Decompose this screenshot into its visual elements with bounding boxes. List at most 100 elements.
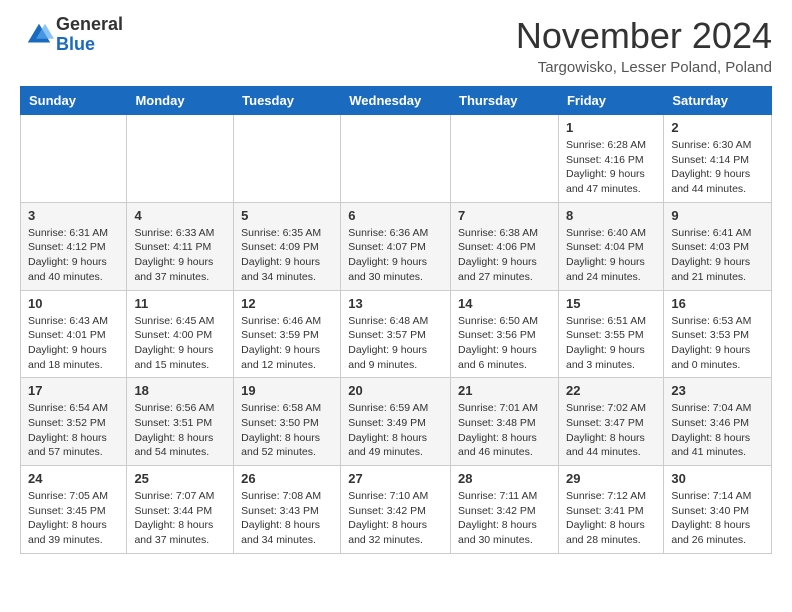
day-info: Sunrise: 6:33 AM Sunset: 4:11 PM Dayligh… — [134, 226, 226, 285]
day-info: Sunrise: 7:07 AM Sunset: 3:44 PM Dayligh… — [134, 489, 226, 548]
calendar-cell: 13Sunrise: 6:48 AM Sunset: 3:57 PM Dayli… — [341, 290, 451, 378]
calendar-cell — [21, 115, 127, 203]
day-info: Sunrise: 6:54 AM Sunset: 3:52 PM Dayligh… — [28, 401, 119, 460]
header-friday: Friday — [558, 87, 663, 115]
day-number: 23 — [671, 383, 764, 398]
day-info: Sunrise: 6:51 AM Sunset: 3:55 PM Dayligh… — [566, 314, 656, 373]
day-number: 15 — [566, 296, 656, 311]
calendar-cell: 15 Sunrise: 6:51 AM Sunset: 3:55 PM Dayli… — [558, 290, 663, 378]
calendar-cell: 19Sunrise: 6:58 AM Sunset: 3:50 PM Dayli… — [234, 378, 341, 466]
day-info: Sunrise: 6:56 AM Sunset: 3:51 PM Dayligh… — [134, 401, 226, 460]
day-number: 2 — [671, 120, 764, 135]
day-info: Sunrise: 7:12 AM Sunset: 3:41 PM Dayligh… — [566, 489, 656, 548]
day-info: Sunrise: 6:45 AM Sunset: 4:00 PM Dayligh… — [134, 314, 226, 373]
calendar-cell: 8Sunrise: 6:40 AM Sunset: 4:04 PM Daylig… — [558, 202, 663, 290]
header-monday: Monday — [127, 87, 234, 115]
day-number: 30 — [671, 471, 764, 486]
day-info: Sunrise: 6:28 AM Sunset: 4:16 PM Dayligh… — [566, 138, 656, 197]
day-number: 9 — [671, 208, 764, 223]
day-number: 13 — [348, 296, 443, 311]
calendar-cell: 29 Sunrise: 7:12 AM Sunset: 3:41 PM Dayli… — [558, 466, 663, 554]
day-info: Sunrise: 7:08 AM Sunset: 3:43 PM Dayligh… — [241, 489, 333, 548]
calendar-row-2: 10 Sunrise: 6:43 AM Sunset: 4:01 PM Dayli… — [21, 290, 772, 378]
calendar-row-1: 3 Sunrise: 6:31 AM Sunset: 4:12 PM Daylig… — [21, 202, 772, 290]
day-number: 7 — [458, 208, 551, 223]
calendar-cell: 20Sunrise: 6:59 AM Sunset: 3:49 PM Dayli… — [341, 378, 451, 466]
calendar-cell: 30 Sunrise: 7:14 AM Sunset: 3:40 PM Dayli… — [664, 466, 772, 554]
day-number: 29 — [566, 471, 656, 486]
header-wednesday: Wednesday — [341, 87, 451, 115]
calendar-cell — [341, 115, 451, 203]
day-info: Sunrise: 6:46 AM Sunset: 3:59 PM Dayligh… — [241, 314, 333, 373]
header-saturday: Saturday — [664, 87, 772, 115]
day-info: Sunrise: 6:58 AM Sunset: 3:50 PM Dayligh… — [241, 401, 333, 460]
header-row: Sunday Monday Tuesday Wednesday Thursday… — [21, 87, 772, 115]
calendar-cell: 10 Sunrise: 6:43 AM Sunset: 4:01 PM Dayli… — [21, 290, 127, 378]
header-sunday: Sunday — [21, 87, 127, 115]
day-number: 27 — [348, 471, 443, 486]
calendar-cell: 3 Sunrise: 6:31 AM Sunset: 4:12 PM Daylig… — [21, 202, 127, 290]
day-number: 3 — [28, 208, 119, 223]
day-number: 5 — [241, 208, 333, 223]
day-number: 12 — [241, 296, 333, 311]
calendar-cell: 26Sunrise: 7:08 AM Sunset: 3:43 PM Dayli… — [234, 466, 341, 554]
calendar-cell: 28Sunrise: 7:11 AM Sunset: 3:42 PM Dayli… — [451, 466, 559, 554]
day-number: 1 — [566, 120, 656, 135]
day-number: 11 — [134, 296, 226, 311]
day-info: Sunrise: 7:02 AM Sunset: 3:47 PM Dayligh… — [566, 401, 656, 460]
header-tuesday: Tuesday — [234, 87, 341, 115]
day-info: Sunrise: 7:11 AM Sunset: 3:42 PM Dayligh… — [458, 489, 551, 548]
location-text: Targowisko, Lesser Poland, Poland — [516, 59, 772, 76]
calendar-cell: 11 Sunrise: 6:45 AM Sunset: 4:00 PM Dayli… — [127, 290, 234, 378]
calendar-cell: 21 Sunrise: 7:01 AM Sunset: 3:48 PM Dayli… — [451, 378, 559, 466]
logo-blue-text: Blue — [56, 35, 123, 55]
day-number: 21 — [458, 383, 551, 398]
day-info: Sunrise: 6:30 AM Sunset: 4:14 PM Dayligh… — [671, 138, 764, 197]
page-container: General Blue November 2024 Targowisko, L… — [0, 0, 792, 569]
calendar-cell: 7 Sunrise: 6:38 AM Sunset: 4:06 PM Daylig… — [451, 202, 559, 290]
day-number: 24 — [28, 471, 119, 486]
calendar-row-3: 17 Sunrise: 6:54 AM Sunset: 3:52 PM Dayli… — [21, 378, 772, 466]
calendar-cell — [451, 115, 559, 203]
day-number: 14 — [458, 296, 551, 311]
calendar-cell: 4Sunrise: 6:33 AM Sunset: 4:11 PM Daylig… — [127, 202, 234, 290]
day-number: 16 — [671, 296, 764, 311]
day-number: 17 — [28, 383, 119, 398]
day-info: Sunrise: 6:31 AM Sunset: 4:12 PM Dayligh… — [28, 226, 119, 285]
calendar-cell: 27 Sunrise: 7:10 AM Sunset: 3:42 PM Dayli… — [341, 466, 451, 554]
calendar-table: Sunday Monday Tuesday Wednesday Thursday… — [20, 86, 772, 554]
month-title: November 2024 — [516, 15, 772, 57]
calendar-cell: 1 Sunrise: 6:28 AM Sunset: 4:16 PM Daylig… — [558, 115, 663, 203]
logo-general-text: General — [56, 15, 123, 35]
day-info: Sunrise: 7:10 AM Sunset: 3:42 PM Dayligh… — [348, 489, 443, 548]
day-info: Sunrise: 6:43 AM Sunset: 4:01 PM Dayligh… — [28, 314, 119, 373]
title-block: November 2024 Targowisko, Lesser Poland,… — [516, 15, 772, 76]
calendar-cell: 14Sunrise: 6:50 AM Sunset: 3:56 PM Dayli… — [451, 290, 559, 378]
logo-text: General Blue — [56, 15, 123, 55]
day-number: 20 — [348, 383, 443, 398]
calendar-cell: 6Sunrise: 6:36 AM Sunset: 4:07 PM Daylig… — [341, 202, 451, 290]
day-info: Sunrise: 7:14 AM Sunset: 3:40 PM Dayligh… — [671, 489, 764, 548]
day-info: Sunrise: 6:38 AM Sunset: 4:06 PM Dayligh… — [458, 226, 551, 285]
day-number: 10 — [28, 296, 119, 311]
calendar-cell: 16 Sunrise: 6:53 AM Sunset: 3:53 PM Dayli… — [664, 290, 772, 378]
calendar-cell: 2 Sunrise: 6:30 AM Sunset: 4:14 PM Daylig… — [664, 115, 772, 203]
calendar-row-0: 1 Sunrise: 6:28 AM Sunset: 4:16 PM Daylig… — [21, 115, 772, 203]
day-number: 18 — [134, 383, 226, 398]
calendar-cell: 24 Sunrise: 7:05 AM Sunset: 3:45 PM Dayli… — [21, 466, 127, 554]
calendar-cell — [127, 115, 234, 203]
day-info: Sunrise: 6:53 AM Sunset: 3:53 PM Dayligh… — [671, 314, 764, 373]
header: General Blue November 2024 Targowisko, L… — [20, 15, 772, 76]
header-thursday: Thursday — [451, 87, 559, 115]
day-info: Sunrise: 7:01 AM Sunset: 3:48 PM Dayligh… — [458, 401, 551, 460]
calendar-cell: 17 Sunrise: 6:54 AM Sunset: 3:52 PM Dayli… — [21, 378, 127, 466]
day-number: 8 — [566, 208, 656, 223]
calendar-cell: 9Sunrise: 6:41 AM Sunset: 4:03 PM Daylig… — [664, 202, 772, 290]
day-number: 22 — [566, 383, 656, 398]
day-number: 25 — [134, 471, 226, 486]
calendar-cell: 23 Sunrise: 7:04 AM Sunset: 3:46 PM Dayli… — [664, 378, 772, 466]
day-info: Sunrise: 7:05 AM Sunset: 3:45 PM Dayligh… — [28, 489, 119, 548]
logo-icon — [24, 20, 54, 50]
day-info: Sunrise: 7:04 AM Sunset: 3:46 PM Dayligh… — [671, 401, 764, 460]
day-info: Sunrise: 6:35 AM Sunset: 4:09 PM Dayligh… — [241, 226, 333, 285]
